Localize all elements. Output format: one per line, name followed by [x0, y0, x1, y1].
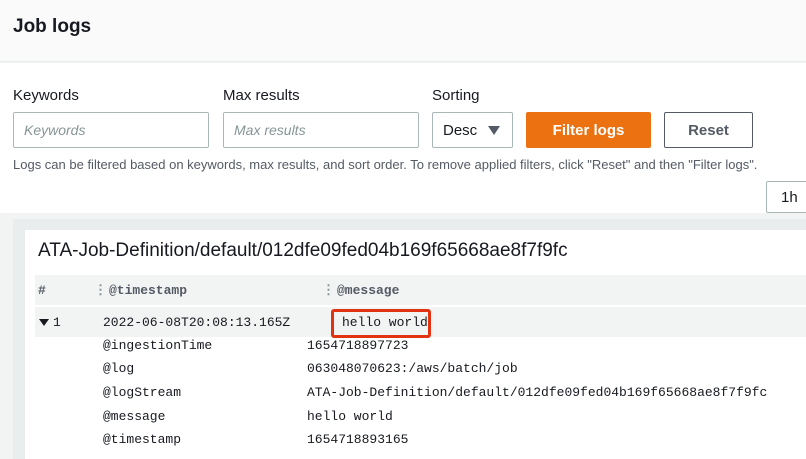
table-header: # ⋮ @timestamp ⋮ @message [35, 275, 806, 305]
detail-value: hello world [307, 409, 393, 424]
detail-value: 1654718897723 [307, 338, 409, 353]
detail-value: 1654718893165 [307, 432, 409, 447]
caret-down-icon [488, 126, 500, 135]
column-header-index: # [38, 283, 46, 298]
detail-key: @timestamp [103, 432, 182, 447]
detail-key: @message [103, 409, 166, 424]
detail-value: 063048070623:/aws/batch/job [307, 361, 518, 376]
detail-key: @ingestionTime [103, 338, 213, 353]
detail-key: @log [103, 361, 135, 376]
time-range-1h-button[interactable]: 1h [766, 181, 806, 213]
detail-value: ATA-Job-Definition/default/012dfe09fed04… [307, 385, 768, 400]
sorting-select[interactable]: Desc [432, 112, 513, 148]
sorting-value: Desc [443, 121, 478, 139]
keywords-input[interactable] [13, 112, 209, 148]
table-row[interactable]: 1 2022-06-08T20:08:13.165Z hello world [35, 307, 806, 338]
caret-down-icon [39, 319, 49, 326]
column-resize-icon: ⋮ [94, 283, 107, 298]
column-header-timestamp[interactable]: ⋮ @timestamp [94, 283, 187, 298]
highlight-box [331, 309, 431, 338]
max-results-input[interactable] [223, 112, 419, 148]
reset-button[interactable]: Reset [664, 112, 753, 148]
column-resize-icon: ⋮ [322, 283, 335, 298]
keywords-label: Keywords [13, 87, 79, 104]
page-title: Job logs [13, 16, 92, 37]
page-header: Job logs [0, 0, 806, 62]
max-results-label: Max results [223, 87, 300, 104]
row-expand-toggle[interactable]: 1 [39, 315, 61, 330]
row-timestamp: 2022-06-08T20:08:13.165Z [103, 315, 291, 330]
filter-logs-button[interactable]: Filter logs [526, 112, 651, 148]
filter-help-text: Logs can be filtered based on keywords, … [13, 157, 758, 172]
column-header-message[interactable]: ⋮ @message [322, 283, 399, 298]
row-index: 1 [53, 315, 61, 330]
filter-panel: Keywords Max results Sorting Desc Filter… [0, 63, 806, 213]
log-stream-title: ATA-Job-Definition/default/012dfe09fed04… [38, 240, 568, 261]
sorting-label: Sorting [432, 87, 480, 104]
detail-key: @logStream [103, 385, 182, 400]
time-range-label: 1h [781, 188, 798, 206]
log-group-card: ATA-Job-Definition/default/012dfe09fed04… [25, 230, 806, 459]
